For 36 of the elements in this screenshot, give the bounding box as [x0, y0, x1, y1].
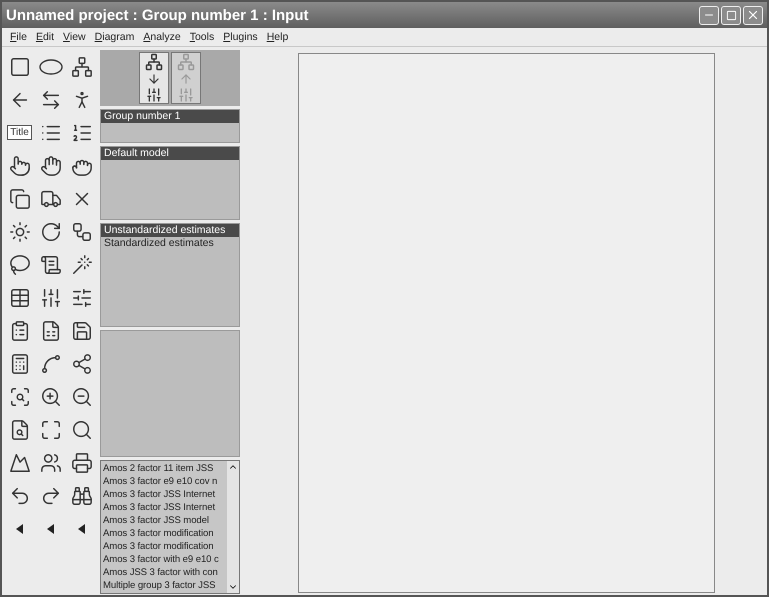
title-tool-button[interactable]: Title	[7, 125, 32, 140]
maximize-icon	[726, 10, 736, 20]
window-title: Unnamed project : Group number 1 : Input	[6, 6, 309, 24]
minimize-button[interactable]	[699, 6, 719, 24]
sliders-icon	[146, 86, 162, 103]
scrollbar[interactable]	[227, 461, 239, 593]
project-name[interactable]: Amos 3 factor e9 e10 cov n	[101, 475, 227, 488]
list-item[interactable]: Standardized estimates	[101, 237, 239, 250]
project-name[interactable]: Amos 3 factor with e9 e10 c	[101, 553, 227, 566]
network-icon	[145, 53, 163, 72]
view-tile-button[interactable]	[171, 52, 201, 104]
menu-item[interactable]: Diagram	[94, 31, 134, 43]
menu-item[interactable]: View	[63, 31, 86, 43]
view-tile-button[interactable]	[139, 52, 169, 104]
menu-item[interactable]: Plugins	[223, 31, 258, 43]
project-name[interactable]: Multiple group 3 factor JSS	[101, 579, 227, 592]
project-name[interactable]: Amos 2 factor 11 item JSS	[101, 462, 227, 475]
close-icon	[746, 8, 760, 22]
sliders-icon	[178, 86, 194, 103]
maximize-button[interactable]	[721, 6, 741, 24]
close-button[interactable]	[743, 6, 763, 24]
project-name[interactable]: Amos 3 factor JSS model	[101, 514, 227, 527]
list-item[interactable]: Group number 1	[101, 110, 239, 123]
menu-item[interactable]: Help	[266, 31, 288, 43]
project-name[interactable]: Amos 3 factor JSS Internet	[101, 488, 227, 501]
menu-item[interactable]: File	[10, 31, 27, 43]
list-item[interactable]: Default model	[101, 147, 239, 160]
menu-item[interactable]: Tools	[190, 31, 214, 43]
list-item[interactable]: Unstandardized estimates	[101, 224, 239, 237]
menu-item[interactable]: Edit	[36, 31, 54, 43]
project-name[interactable]: Amos JSS 3 factor with con	[101, 566, 227, 579]
network-icon	[177, 53, 195, 72]
project-name[interactable]: Amos 3 factor modification	[101, 540, 227, 553]
project-name[interactable]: Amos 3 factor modification	[101, 527, 227, 540]
menu-item[interactable]: Analyze	[143, 31, 181, 43]
project-name[interactable]: Amos 3 factor JSS Internet	[101, 501, 227, 514]
